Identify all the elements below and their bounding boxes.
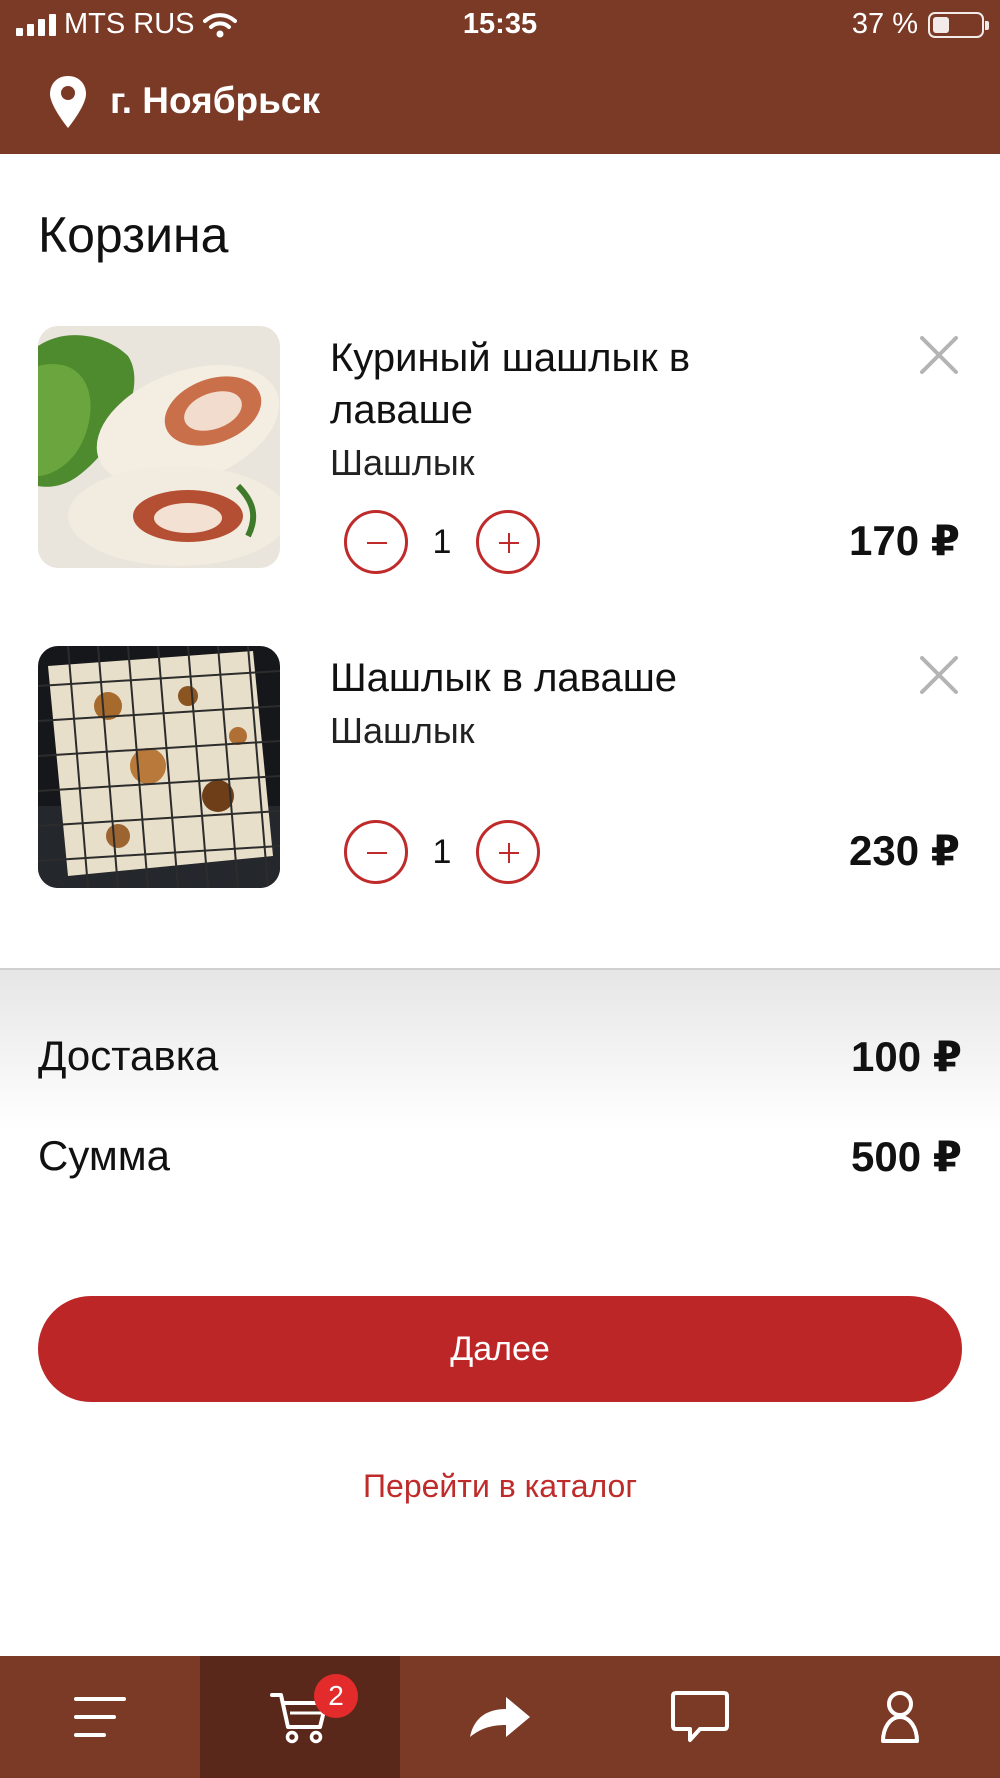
clock: 15:35 (462, 8, 538, 40)
quantity-stepper: 1 (344, 820, 540, 884)
tab-menu[interactable] (0, 1656, 200, 1778)
battery-status: 37 % (851, 8, 989, 41)
battery-icon (928, 11, 989, 38)
delivery-row: Доставка 100 ₽ (38, 1032, 962, 1081)
increase-quantity-button[interactable] (476, 510, 540, 574)
battery-percent: 37 % (851, 8, 918, 40)
product-image[interactable] (38, 646, 280, 888)
total-label: Сумма (38, 1132, 170, 1179)
status-bar: MTS RUS 15:35 37 % (0, 0, 1000, 50)
delivery-label: Доставка (38, 1032, 219, 1079)
remove-item-icon[interactable] (918, 654, 960, 696)
quantity-value: 1 (432, 522, 452, 561)
next-button[interactable]: Далее (38, 1296, 962, 1402)
share-icon (470, 1697, 530, 1737)
decrease-quantity-button[interactable] (344, 820, 408, 884)
total-value: 500 ₽ (851, 1133, 962, 1180)
chat-icon (671, 1691, 729, 1742)
product-price: 170 ₽ (849, 517, 960, 564)
tab-cart[interactable]: 2 (200, 1656, 400, 1778)
cart-item: Шашлык в лаваше Шашлык 1 230 ₽ (0, 646, 1000, 890)
delivery-value: 100 ₽ (851, 1033, 962, 1080)
quantity-value: 1 (432, 832, 452, 871)
total-row: Сумма 500 ₽ (38, 1132, 962, 1181)
product-category: Шашлык (330, 710, 475, 751)
cart-item: Куриный шашлык в лаваше Шашлык 1 170 ₽ (0, 326, 1000, 574)
tab-profile[interactable] (800, 1656, 1000, 1778)
product-name: Шашлык в лаваше (330, 656, 678, 700)
decrease-quantity-button[interactable] (344, 510, 408, 574)
tab-share[interactable] (400, 1656, 600, 1778)
product-category: Шашлык (330, 442, 475, 483)
product-name: Куриный шашлык в лаваше (330, 336, 691, 432)
page-title: Корзина (38, 207, 229, 263)
product-price: 230 ₽ (849, 827, 960, 874)
remove-item-icon[interactable] (918, 334, 960, 376)
map-pin-icon[interactable] (48, 74, 88, 130)
city-selector[interactable]: г. Ноябрьск (110, 80, 320, 122)
profile-icon (881, 1691, 919, 1743)
cart-count-badge: 2 (314, 1674, 358, 1718)
tab-bar: 2 (0, 1656, 1000, 1778)
go-to-catalog-link[interactable]: Перейти в каталог (0, 1468, 1000, 1505)
menu-icon (74, 1697, 126, 1737)
header: г. Ноябрьск (0, 50, 1000, 154)
tab-chat[interactable] (600, 1656, 800, 1778)
product-image[interactable] (38, 326, 280, 568)
increase-quantity-button[interactable] (476, 820, 540, 884)
quantity-stepper: 1 (344, 510, 540, 574)
